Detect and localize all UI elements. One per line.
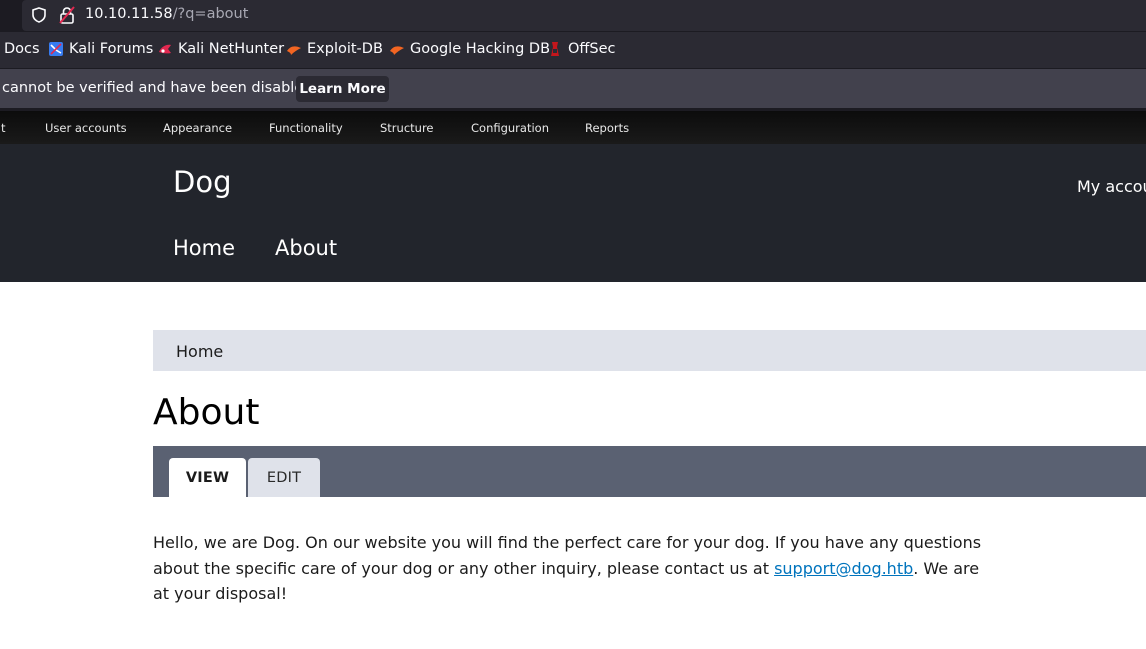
exploit-db-icon (287, 46, 301, 55)
site-name-link[interactable]: Dog (173, 165, 231, 199)
bookmark-exploit-db[interactable]: Exploit-DB (286, 41, 383, 57)
url-host: 10.10.11.58 (85, 6, 173, 22)
insecure-lock-icon[interactable] (59, 6, 75, 24)
bookmark-offsec[interactable]: OffSec (547, 41, 616, 57)
page-body: Hello, we are Dog. On our website you wi… (153, 530, 993, 607)
bookmark-google-hacking-db[interactable]: Google Hacking DB (389, 41, 550, 57)
admin-item-appearance[interactable]: Appearance (163, 121, 232, 135)
bookmark-label: OffSec (568, 41, 616, 57)
nav-home-link[interactable]: Home (173, 236, 235, 260)
tab-edit[interactable]: EDIT (248, 458, 320, 497)
breadcrumb: Home (153, 330, 1146, 371)
bookmark-kali-forums[interactable]: Kali Forums (48, 41, 153, 57)
breadcrumb-home-link[interactable]: Home (176, 342, 223, 361)
browser-toolbar: 10.10.11.58/?q=about (0, 0, 1146, 32)
url-path: /?q=about (172, 6, 249, 22)
admin-item-content[interactable]: t (1, 121, 6, 135)
offsec-icon (551, 42, 559, 56)
admin-item-user-accounts[interactable]: User accounts (45, 121, 127, 135)
admin-bar: t User accounts Appearance Functionality… (0, 111, 1146, 144)
admin-item-structure[interactable]: Structure (380, 121, 434, 135)
bookmark-kali-nethunter[interactable]: Kali NetHunter (157, 41, 284, 57)
notification-bar: cannot be verified and have been disable… (0, 68, 1146, 108)
kali-nethunter-icon (159, 44, 171, 54)
shield-icon[interactable] (32, 7, 46, 23)
google-hacking-db-icon (390, 46, 404, 55)
url-text[interactable]: 10.10.11.58/?q=about (85, 6, 248, 22)
admin-item-configuration[interactable]: Configuration (471, 121, 549, 135)
local-tasks-tabs: VIEW EDIT (153, 446, 1146, 497)
notification-text: cannot be verified and have been disable… (2, 80, 318, 96)
bookmarks-bar: Docs Kali Forums Kali NetHunter Exploit-… (0, 32, 1146, 68)
page-title: About (153, 392, 260, 433)
nav-about-link[interactable]: About (275, 236, 337, 260)
site-header: Dog My accou Home About (0, 144, 1146, 282)
bookmark-label: Kali Forums (69, 41, 154, 57)
toolbar-edge (0, 4, 10, 28)
bookmark-docs[interactable]: Docs (4, 41, 40, 57)
tab-view[interactable]: VIEW (169, 458, 246, 497)
bookmark-label: Kali NetHunter (178, 41, 285, 57)
admin-item-reports[interactable]: Reports (585, 121, 629, 135)
my-account-link[interactable]: My accou (1077, 177, 1146, 196)
admin-item-functionality[interactable]: Functionality (269, 121, 343, 135)
bookmark-label: Docs (4, 41, 40, 57)
bookmark-label: Google Hacking DB (410, 41, 551, 57)
kali-forums-icon (49, 42, 63, 56)
bookmark-label: Exploit-DB (307, 41, 383, 57)
support-email-link[interactable]: support@dog.htb (774, 559, 913, 578)
learn-more-button[interactable]: Learn More (296, 76, 389, 102)
